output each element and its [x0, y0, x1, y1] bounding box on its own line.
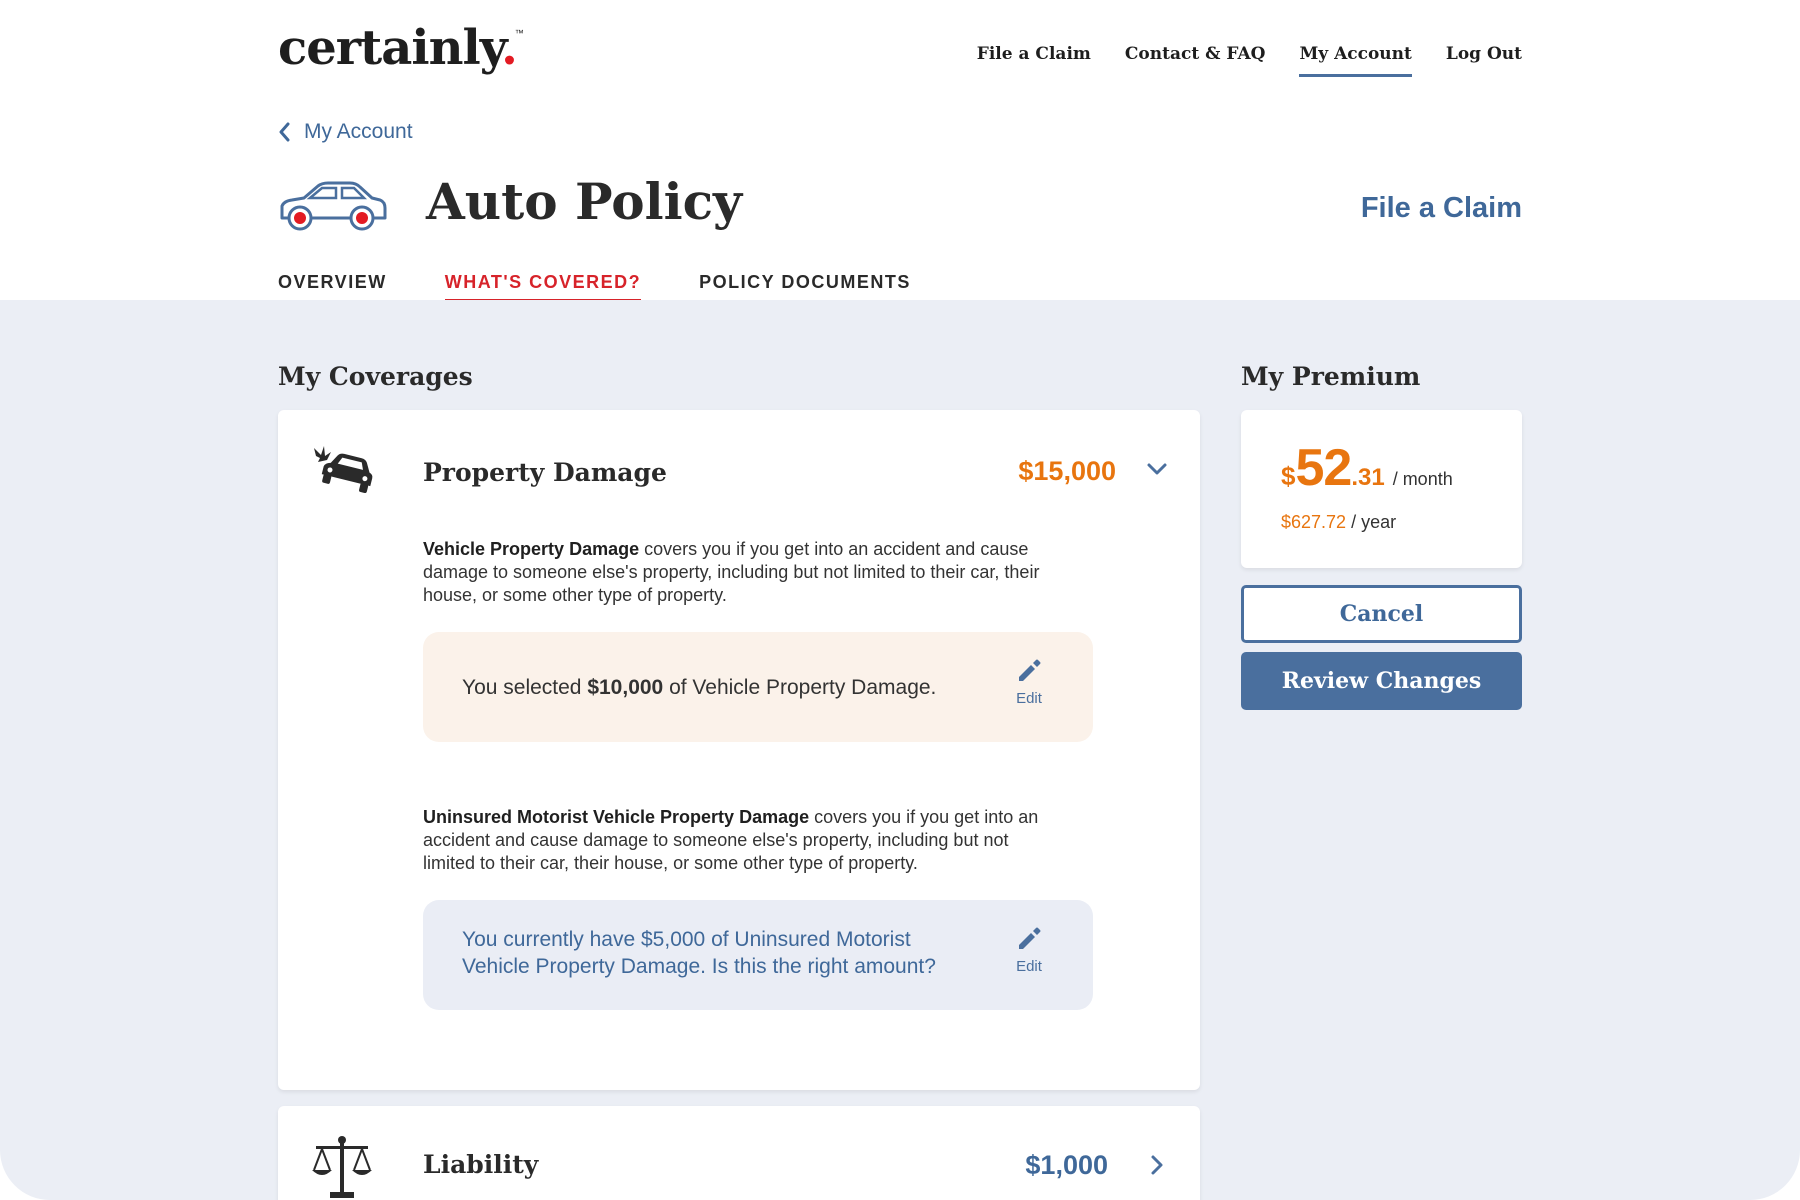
logo-text: certainly [278, 20, 502, 76]
monthly-price: $ 52 .31 / month [1281, 438, 1453, 498]
file-a-claim-link[interactable]: File a Claim [1361, 192, 1522, 225]
certainly-logo[interactable]: certainly. ™ [278, 20, 524, 76]
property-damage-title: Property Damage [423, 458, 667, 487]
tab-overview[interactable]: OVERVIEW [278, 272, 387, 302]
pencil-icon [1019, 927, 1041, 949]
scales-icon [312, 1136, 372, 1198]
chevron-right-icon[interactable] [1150, 1154, 1164, 1176]
yearly-price: $627.72 / year [1281, 512, 1396, 533]
liability-amount: $1,000 [1025, 1150, 1108, 1180]
monthly-unit: / month [1392, 469, 1453, 489]
yearly-unit: / year [1351, 512, 1397, 532]
car-crash-icon [308, 446, 373, 494]
monthly-cents: .31 [1351, 464, 1385, 491]
premium-card: $ 52 .31 / month $627.72 / year [1241, 410, 1522, 568]
umvpd-edit-button[interactable]: Edit [1009, 926, 1049, 975]
umvpd-edit-label: Edit [1016, 958, 1042, 975]
umvpd-callout: You currently have $5,000 of Uninsured M… [423, 900, 1093, 1010]
monthly-dollars: 52 [1295, 439, 1352, 497]
back-to-my-account-link[interactable]: My Account [278, 120, 413, 144]
page-header: certainly. ™ File a Claim Contact & FAQ M… [0, 0, 1800, 302]
top-nav: File a Claim Contact & FAQ My Account Lo… [977, 44, 1522, 77]
nav-my-account[interactable]: My Account [1299, 44, 1412, 77]
currency-symbol: $ [1281, 461, 1296, 491]
chevron-left-icon [279, 122, 290, 142]
page-title: Auto Policy [426, 172, 743, 231]
yearly-amount: $627.72 [1281, 512, 1347, 532]
liability-card[interactable]: Liability $1,000 [278, 1106, 1200, 1200]
cancel-button[interactable]: Cancel [1241, 585, 1522, 643]
umvpd-callout-text: You currently have $5,000 of Uninsured M… [462, 928, 936, 978]
vpd-callout: You selected $10,000 of Vehicle Property… [423, 632, 1093, 742]
nav-contact-faq[interactable]: Contact & FAQ [1125, 44, 1266, 77]
vpd-description: Vehicle Property Damage covers you if yo… [423, 538, 1043, 607]
logo-trademark: ™ [514, 28, 524, 38]
property-damage-card: Property Damage $15,000 Vehicle Property… [278, 410, 1200, 1090]
back-link-label: My Account [304, 120, 413, 143]
nav-log-out[interactable]: Log Out [1446, 44, 1522, 77]
property-damage-amount: $15,000 [1018, 456, 1116, 486]
review-changes-button[interactable]: Review Changes [1241, 652, 1522, 710]
policy-tabs: OVERVIEW WHAT'S COVERED? POLICY DOCUMENT… [278, 272, 911, 302]
my-premium-heading: My Premium [1241, 362, 1421, 391]
car-icon [280, 181, 387, 231]
tab-whats-covered[interactable]: WHAT'S COVERED? [444, 272, 642, 302]
vpd-edit-button[interactable]: Edit [1009, 658, 1049, 707]
nav-file-a-claim[interactable]: File a Claim [977, 44, 1091, 77]
main-content: My Coverages Property Damage $15,000 Veh… [0, 300, 1800, 1200]
vpd-term: Vehicle Property Damage [423, 539, 640, 559]
liability-title: Liability [423, 1150, 539, 1179]
tab-policy-documents[interactable]: POLICY DOCUMENTS [699, 272, 911, 302]
umvpd-term: Uninsured Motorist Vehicle Property Dama… [423, 807, 810, 827]
pencil-icon [1019, 659, 1041, 681]
vpd-edit-label: Edit [1016, 690, 1042, 707]
umvpd-description: Uninsured Motorist Vehicle Property Dama… [423, 806, 1043, 875]
chevron-down-icon[interactable] [1146, 462, 1168, 476]
vpd-callout-text: You selected $10,000 of Vehicle Property… [462, 674, 936, 701]
title-row: Auto Policy File a Claim [278, 170, 1522, 240]
vpd-callout-prefix: You selected [462, 676, 588, 699]
vpd-callout-amount: $10,000 [587, 676, 664, 699]
vpd-callout-suffix: of Vehicle Property Damage. [663, 676, 937, 699]
my-coverages-heading: My Coverages [278, 362, 473, 391]
